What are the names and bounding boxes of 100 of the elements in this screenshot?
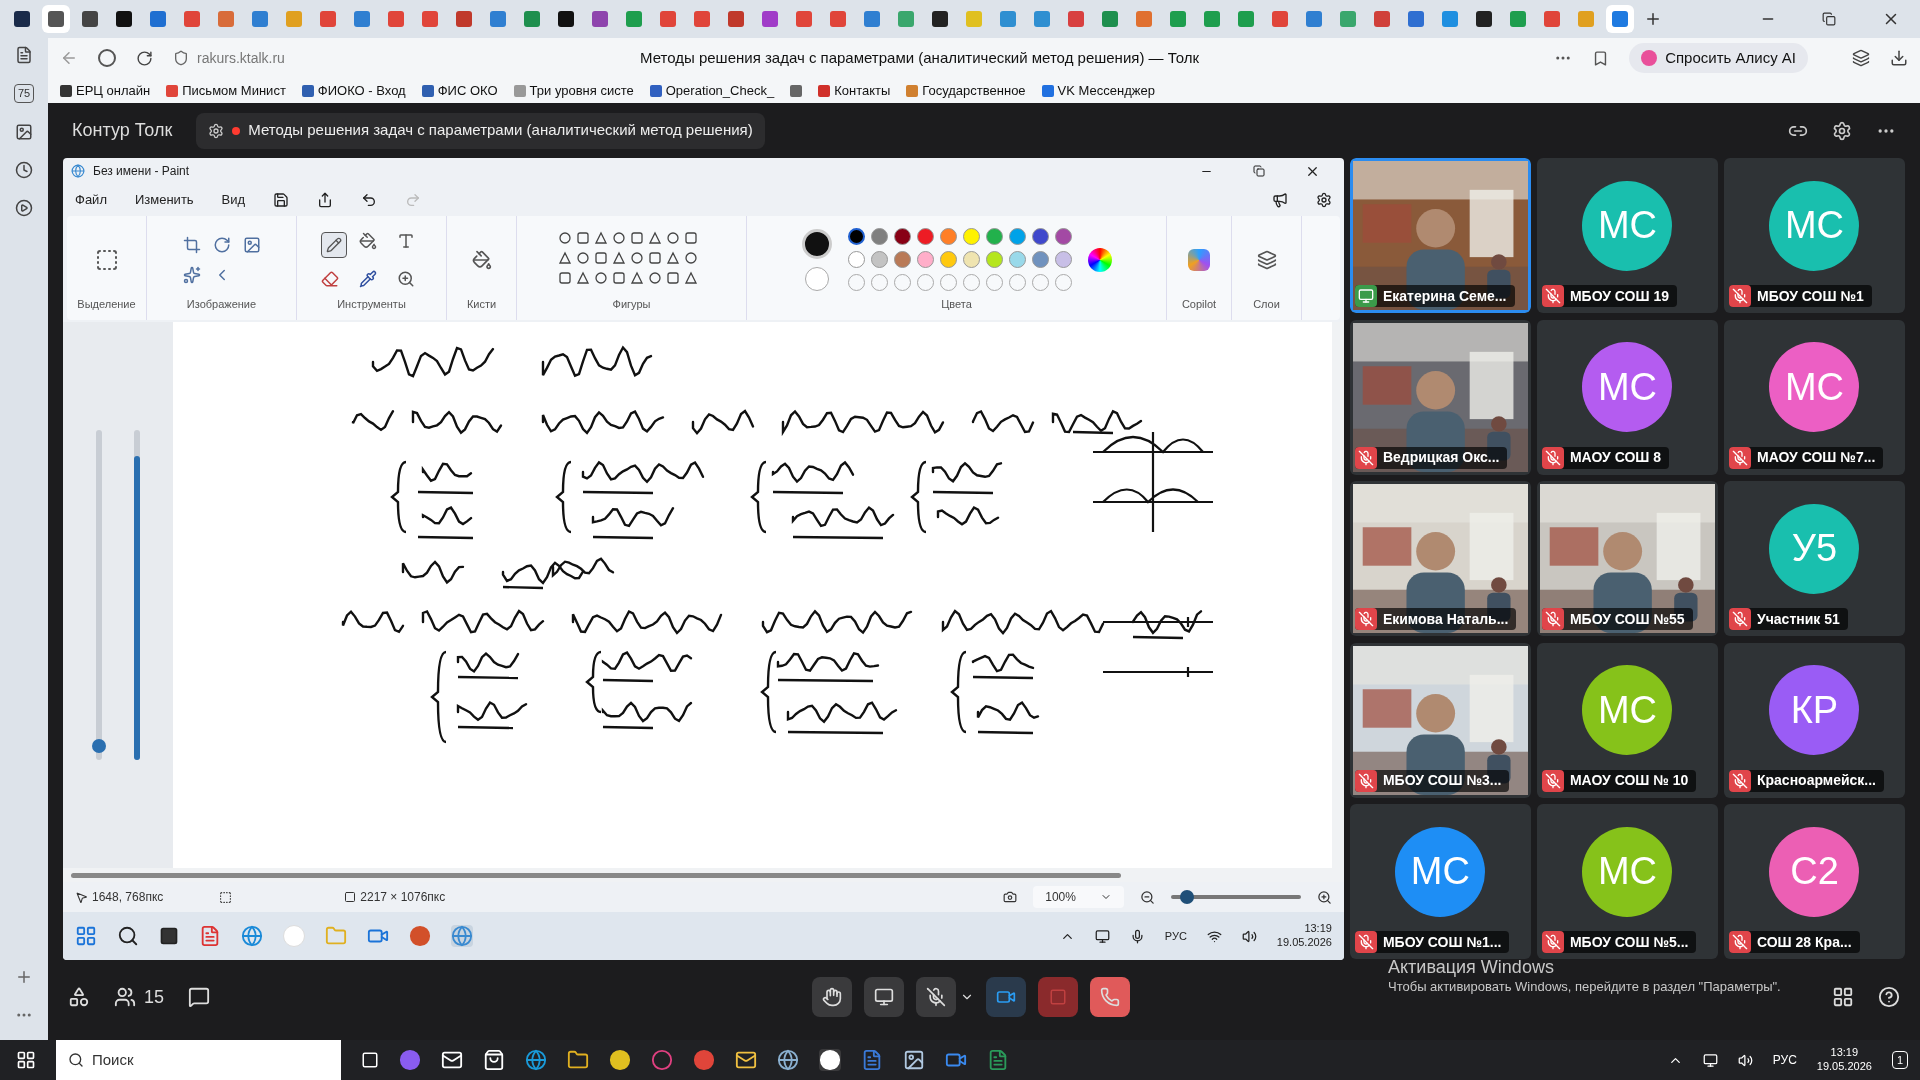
- undo-icon[interactable]: [361, 192, 378, 208]
- menu-item[interactable]: Изменить: [134, 190, 194, 210]
- menu-item[interactable]: Файл: [75, 190, 107, 210]
- menu-item[interactable]: Вид: [221, 190, 246, 210]
- secondary-color-swatch[interactable]: [804, 266, 829, 291]
- color-swatch[interactable]: [985, 251, 1003, 269]
- notification-badge[interactable]: 1: [1891, 1050, 1908, 1070]
- color-swatch[interactable]: [985, 228, 1003, 246]
- color-swatch[interactable]: [870, 228, 888, 246]
- picker-icon[interactable]: [358, 269, 377, 288]
- share-icon[interactable]: [317, 192, 334, 208]
- bookmark-label[interactable]: Государственное: [922, 80, 1026, 101]
- mic-icon[interactable]: [1129, 928, 1145, 944]
- leave-button[interactable]: [1090, 977, 1130, 1017]
- wifi-icon[interactable]: [1206, 928, 1222, 944]
- save-icon[interactable]: [273, 192, 290, 208]
- color-swatch[interactable]: [939, 228, 957, 246]
- clock-date[interactable]: 19.05.2026: [1276, 936, 1332, 950]
- layers-icon[interactable]: [1256, 249, 1277, 270]
- app-icon[interactable]: [609, 1049, 631, 1071]
- rotate-icon[interactable]: [212, 235, 231, 254]
- settings-icon[interactable]: [1315, 192, 1332, 208]
- play-icon[interactable]: [15, 198, 33, 217]
- color-swatch[interactable]: [847, 228, 865, 246]
- envelope-icon[interactable]: [735, 1049, 757, 1071]
- settings-icon[interactable]: [1832, 120, 1852, 141]
- pdf-icon[interactable]: [199, 925, 221, 947]
- bookmark-icon[interactable]: [301, 84, 314, 97]
- keyboard-language[interactable]: РУС: [1772, 1051, 1797, 1069]
- zoom-dropdown[interactable]: 100%: [1033, 886, 1124, 908]
- slider-thumb[interactable]: [1179, 890, 1194, 904]
- edge-icon[interactable]: [525, 1049, 547, 1071]
- bookmark-label[interactable]: Письмом Минист: [182, 80, 286, 101]
- bookmark-icon[interactable]: [790, 84, 803, 97]
- alice-app-icon[interactable]: [399, 1049, 421, 1071]
- eraser-icon[interactable]: [320, 269, 339, 288]
- chat-icon[interactable]: [188, 986, 211, 1008]
- color-swatch[interactable]: [916, 251, 934, 269]
- pencil-icon[interactable]: [320, 231, 347, 258]
- resize-icon[interactable]: [242, 235, 261, 254]
- alice-button[interactable]: Спросить Алису AI: [1629, 43, 1808, 73]
- edit-colors-icon[interactable]: [1087, 247, 1112, 272]
- color-swatch[interactable]: [847, 251, 865, 269]
- add-icon[interactable]: [15, 968, 33, 986]
- color-swatch[interactable]: [870, 251, 888, 269]
- color-swatch[interactable]: [939, 251, 957, 269]
- bookmark-icon[interactable]: [649, 84, 662, 97]
- screen-share-button[interactable]: [864, 977, 904, 1017]
- store-icon[interactable]: [483, 1049, 505, 1071]
- zoom-out-icon[interactable]: [1139, 889, 1155, 905]
- fill-icon[interactable]: [358, 231, 377, 250]
- bookmark-label[interactable]: Три уровня систе: [529, 80, 634, 101]
- tray-app-icon[interactable]: [1094, 928, 1110, 944]
- bookmark-label[interactable]: Operation_Check_: [665, 80, 775, 101]
- bookmark-label[interactable]: ФИС ОКО: [437, 80, 498, 101]
- color-swatch[interactable]: [1031, 228, 1049, 246]
- clock-time[interactable]: 13:19: [1830, 1046, 1859, 1060]
- image-viewer-icon[interactable]: [903, 1049, 925, 1071]
- gallery-icon[interactable]: [15, 122, 33, 141]
- help-icon[interactable]: [1878, 986, 1900, 1008]
- url-text[interactable]: rakurs.ktalk.ru: [197, 47, 285, 69]
- microphone-button[interactable]: [916, 977, 956, 1017]
- color-swatch[interactable]: [893, 228, 911, 246]
- panel-icon[interactable]: [15, 46, 33, 64]
- color-swatch[interactable]: [962, 251, 980, 269]
- color-swatch[interactable]: [1054, 251, 1072, 269]
- powerpoint-icon[interactable]: [409, 925, 431, 947]
- select-icon[interactable]: [94, 247, 119, 272]
- color-swatch[interactable]: [893, 251, 911, 269]
- excel-icon[interactable]: [987, 1049, 1009, 1071]
- color-swatch[interactable]: [916, 228, 934, 246]
- bookmark-label[interactable]: ФИОКО - Вход: [317, 80, 406, 101]
- start-icon[interactable]: [16, 1050, 36, 1070]
- participants-button[interactable]: 15: [114, 983, 165, 1011]
- yandex-app-icon[interactable]: [693, 1049, 715, 1071]
- restore-icon[interactable]: [1822, 12, 1836, 26]
- collections-icon[interactable]: [1852, 49, 1870, 67]
- layout-icon[interactable]: [1832, 986, 1854, 1008]
- bookmark-label[interactable]: ЕРЦ онлайн: [76, 80, 151, 101]
- volume-icon[interactable]: [1737, 1052, 1753, 1068]
- horizontal-scrollbar[interactable]: [71, 872, 1121, 878]
- fit-icon[interactable]: [1003, 890, 1018, 904]
- color-swatch[interactable]: [1031, 251, 1049, 269]
- history-icon[interactable]: [15, 160, 33, 179]
- bookmark-icon[interactable]: [60, 84, 72, 97]
- color-swatch[interactable]: [1054, 228, 1072, 246]
- restore-icon[interactable]: [1252, 165, 1265, 177]
- color-swatch[interactable]: [1008, 251, 1026, 269]
- network-icon[interactable]: [1702, 1052, 1718, 1068]
- edge-icon[interactable]: [241, 925, 263, 947]
- yandex-icon[interactable]: [98, 49, 116, 67]
- search-icon[interactable]: [117, 925, 139, 947]
- clock-time[interactable]: 13:19: [1304, 922, 1332, 936]
- color-swatch[interactable]: [962, 228, 980, 246]
- slider-thumb[interactable]: [92, 739, 106, 754]
- zoom-slider[interactable]: [1170, 890, 1301, 904]
- start-icon[interactable]: [75, 925, 97, 947]
- bookmark-icon[interactable]: [421, 84, 434, 97]
- keyboard-language[interactable]: РУС: [1164, 927, 1187, 945]
- clock-date[interactable]: 19.05.2026: [1816, 1060, 1872, 1074]
